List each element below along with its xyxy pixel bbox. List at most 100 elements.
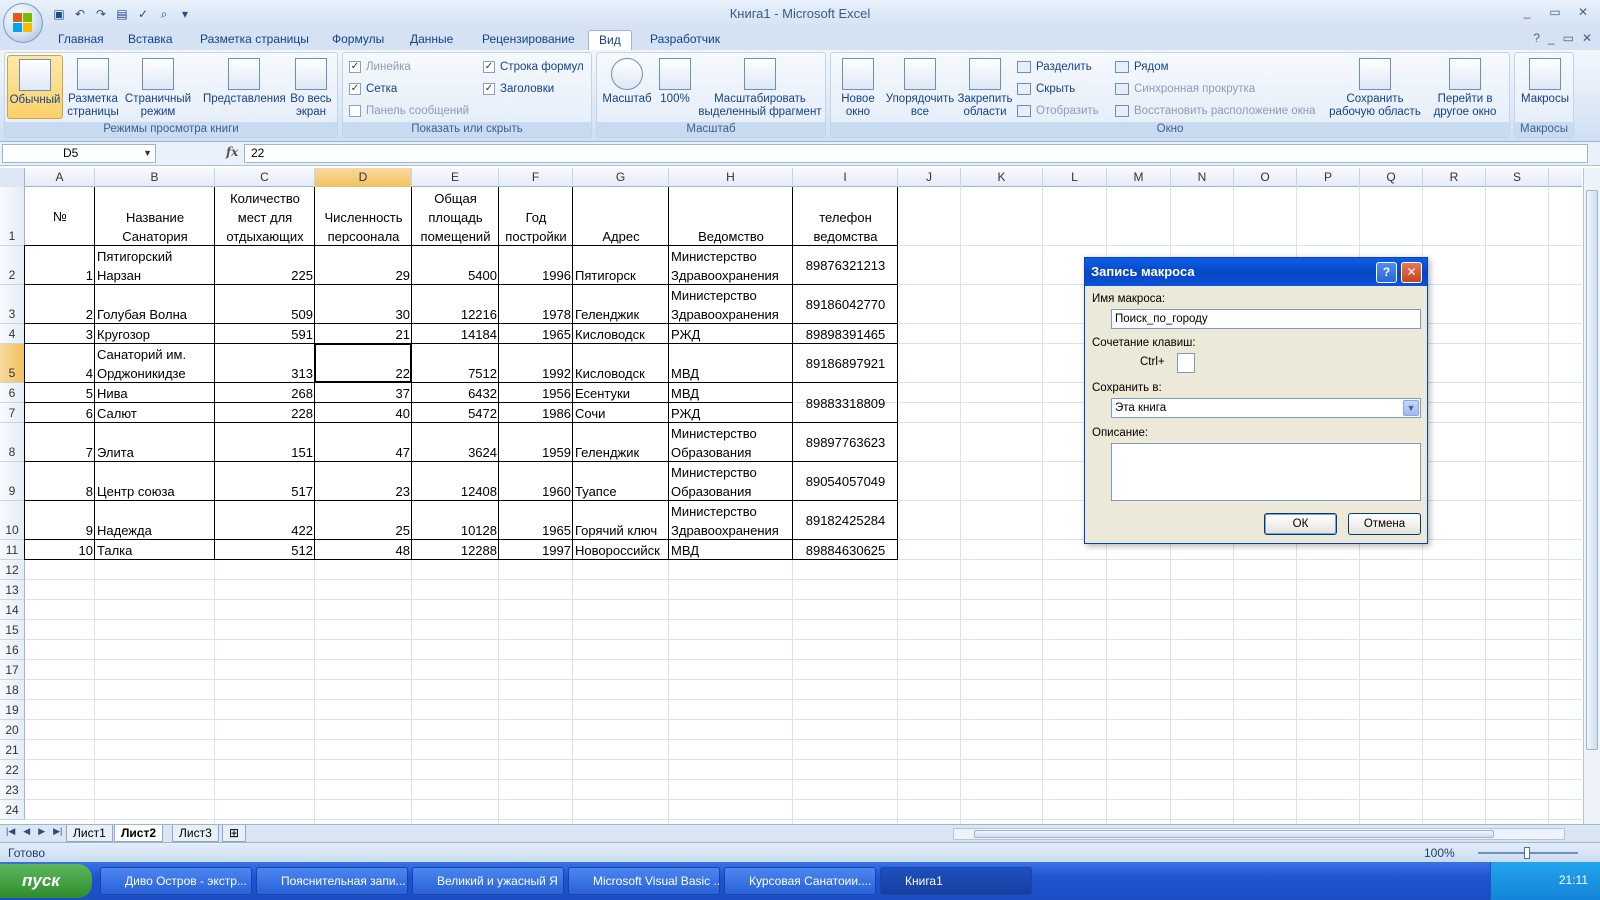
cell-name[interactable]: Нива (95, 383, 215, 403)
cell-area[interactable]: 5472 (412, 403, 499, 423)
row-header-9[interactable]: 9 (0, 462, 25, 501)
cell-year[interactable]: 1992 (499, 344, 573, 383)
cell-number[interactable]: 2 (25, 285, 95, 324)
taskbar-item-folder[interactable]: Великий и ужасный Я (412, 867, 564, 895)
cell-department[interactable]: Министерство Здравоохранения (669, 285, 793, 324)
ribbon-minimize-icon[interactable]: _ (1548, 31, 1555, 45)
cell-number[interactable]: 8 (25, 462, 95, 501)
ribbon-restore-icon[interactable]: ▭ (1563, 31, 1574, 45)
cell-year[interactable]: 1965 (499, 501, 573, 540)
maximize-button[interactable]: ▭ (1542, 2, 1568, 22)
cell-staff[interactable]: 37 (315, 383, 412, 403)
cell-places[interactable]: 225 (215, 246, 315, 285)
cell-staff[interactable]: 25 (315, 501, 412, 540)
custom-views-button[interactable]: Представления (203, 55, 286, 119)
freeze-panes-button[interactable]: Закрепить области (955, 55, 1015, 119)
header-cell-address[interactable]: Адрес (573, 187, 669, 246)
row-header-7[interactable]: 7 (0, 403, 25, 423)
cell-staff[interactable]: 30 (315, 285, 412, 324)
cell-department[interactable]: МВД (669, 344, 793, 383)
row-header-1[interactable]: 1 (0, 187, 25, 246)
page-layout-view-button[interactable]: Разметка страницы (65, 55, 121, 119)
cell-number[interactable]: 6 (25, 403, 95, 423)
cell-address[interactable]: Кисловодск (573, 324, 669, 344)
description-input[interactable] (1111, 443, 1421, 501)
row-header-21[interactable]: 21 (0, 740, 25, 760)
headings-checkbox[interactable]: ✓ Заголовки (483, 79, 554, 99)
column-header-a[interactable]: A (25, 168, 95, 187)
cell-places[interactable]: 151 (215, 423, 315, 462)
full-screen-button[interactable]: Во весь экран (285, 55, 337, 119)
zoom-to-selection-button[interactable]: Масштабировать выделенный фрагмент (697, 55, 823, 119)
row-header-14[interactable]: 14 (0, 600, 25, 620)
cell-area[interactable]: 10128 (412, 501, 499, 540)
cell-department[interactable]: МВД (669, 383, 793, 403)
cell-area[interactable]: 12408 (412, 462, 499, 501)
tab-home[interactable]: Главная (48, 30, 114, 50)
tab-developer[interactable]: Разработчик (640, 30, 730, 50)
close-button[interactable]: ✕ (1570, 2, 1596, 22)
cell-places[interactable]: 268 (215, 383, 315, 403)
insert-sheet-icon[interactable]: ⊞ (222, 825, 246, 842)
next-sheet-icon[interactable]: ▶ (38, 826, 45, 837)
header-cell-name[interactable]: Название Санатория (95, 187, 215, 246)
cell-phone[interactable]: 89186897921 (793, 344, 898, 383)
header-cell-area[interactable]: Общая площадь помещений (412, 187, 499, 246)
header-cell-places[interactable]: Количество мест для отдыхающих (215, 187, 315, 246)
cell-phone[interactable]: 89876321213 (793, 246, 898, 285)
row-header-24[interactable]: 24 (0, 800, 25, 820)
formula-bar-checkbox[interactable]: ✓ Строка формул (483, 57, 584, 77)
column-header-s[interactable]: S (1486, 168, 1549, 187)
column-header-m[interactable]: M (1107, 168, 1171, 187)
ok-button[interactable]: ОК (1264, 513, 1337, 535)
row-header-16[interactable]: 16 (0, 640, 25, 660)
row-header-20[interactable]: 20 (0, 720, 25, 740)
sheet-tab-list2[interactable]: Лист2 (114, 825, 164, 842)
row-header-23[interactable]: 23 (0, 780, 25, 800)
cell-area[interactable]: 12216 (412, 285, 499, 324)
normal-view-button[interactable]: Обычный (7, 55, 63, 119)
gridlines-checkbox[interactable]: ✓ Сетка (349, 79, 397, 99)
vertical-scrollbar[interactable] (1583, 168, 1600, 824)
cell-address[interactable]: Сочи (573, 403, 669, 423)
zoom-button[interactable]: Масштаб (601, 55, 653, 119)
column-header-o[interactable]: O (1234, 168, 1297, 187)
name-box[interactable]: D5 ▼ (2, 144, 156, 163)
cell-name[interactable]: Талка (95, 540, 215, 560)
first-sheet-icon[interactable]: |◀ (6, 826, 15, 837)
row-header-3[interactable]: 3 (0, 285, 25, 324)
row-header-4[interactable]: 4 (0, 324, 25, 344)
cell-department[interactable]: Министерство Здравоохранения (669, 246, 793, 285)
minimize-button[interactable]: _ (1514, 2, 1540, 22)
row-header-11[interactable]: 11 (0, 540, 25, 560)
tab-review[interactable]: Рецензирование (472, 30, 585, 50)
header-cell-year[interactable]: Год постройки (499, 187, 573, 246)
row-header-15[interactable]: 15 (0, 620, 25, 640)
sheet-tab-list1[interactable]: Лист1 (66, 825, 113, 842)
cell-name[interactable]: Элита (95, 423, 215, 462)
cell-number[interactable]: 7 (25, 423, 95, 462)
cell-address[interactable]: Пятигорск (573, 246, 669, 285)
cell-places[interactable]: 509 (215, 285, 315, 324)
cell-staff[interactable]: 40 (315, 403, 412, 423)
cell-phone[interactable]: 89186042770 (793, 285, 898, 324)
help-icon[interactable]: ? (1533, 31, 1540, 45)
zoom-slider[interactable] (1478, 847, 1578, 859)
macros-button[interactable]: Макросы (1517, 55, 1573, 119)
tab-view[interactable]: Вид (588, 30, 632, 50)
horizontal-scrollbar[interactable] (953, 828, 1565, 840)
cell-staff[interactable]: 48 (315, 540, 412, 560)
cell-year[interactable]: 1986 (499, 403, 573, 423)
cell-name[interactable]: Салют (95, 403, 215, 423)
column-header-h[interactable]: H (669, 168, 793, 187)
tab-formulas[interactable]: Формулы (322, 30, 394, 50)
cell-address[interactable]: Новороссийск (573, 540, 669, 560)
cell-department[interactable]: Министерство Образования (669, 462, 793, 501)
zoom-slider-knob[interactable] (1524, 847, 1530, 859)
cell-places[interactable]: 313 (215, 344, 315, 383)
unhide-button[interactable]: Отобразить (1017, 101, 1099, 121)
vertical-scroll-thumb[interactable] (1586, 190, 1598, 750)
column-header-n[interactable]: N (1171, 168, 1234, 187)
page-break-view-button[interactable]: Страничный режим (123, 55, 193, 119)
new-window-button[interactable]: Новое окно (835, 55, 881, 119)
